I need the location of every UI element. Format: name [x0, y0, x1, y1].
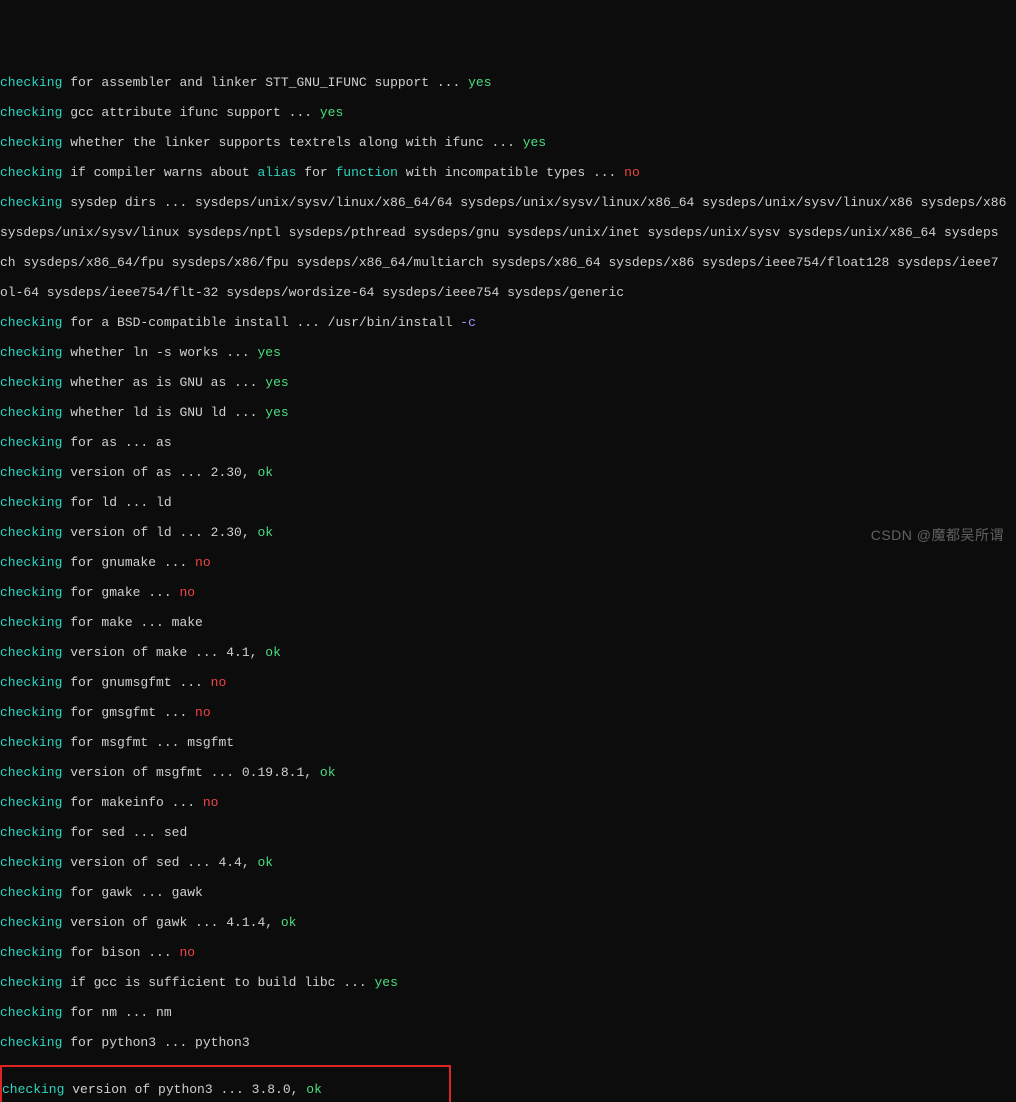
output-line: checking if compiler warns about alias f… [0, 165, 1016, 180]
output-line: checking for as ... as [0, 435, 1016, 450]
output-line: checking gcc attribute ifunc support ...… [0, 105, 1016, 120]
output-line: checking whether the linker supports tex… [0, 135, 1016, 150]
output-line: checking version of ld ... 2.30, ok [0, 525, 1016, 540]
output-line: checking for a BSD-compatible install ..… [0, 315, 1016, 330]
output-line: checking whether as is GNU as ... yes [0, 375, 1016, 390]
output-line: checking for msgfmt ... msgfmt [0, 735, 1016, 750]
output-line: checking whether ld is GNU ld ... yes [0, 405, 1016, 420]
output-line: checking version of gawk ... 4.1.4, ok [0, 915, 1016, 930]
output-line: checking version of msgfmt ... 0.19.8.1,… [0, 765, 1016, 780]
output-line: checking for bison ... no [0, 945, 1016, 960]
output-line: checking version of python3 ... 3.8.0, o… [2, 1082, 447, 1097]
output-line: checking if gcc is sufficient to build l… [0, 975, 1016, 990]
output-line: checking for gmsgfmt ... no [0, 705, 1016, 720]
output-line: checking for assembler and linker STT_GN… [0, 75, 1016, 90]
output-line: checking for sed ... sed [0, 825, 1016, 840]
output-line: checking for makeinfo ... no [0, 795, 1016, 810]
output-line: checking for python3 ... python3 [0, 1035, 1016, 1050]
terminal-output: checking for assembler and linker STT_GN… [0, 60, 1016, 1102]
output-line: checking version of sed ... 4.4, ok [0, 855, 1016, 870]
output-line: checking for gmake ... no [0, 585, 1016, 600]
output-line: checking for gnumake ... no [0, 555, 1016, 570]
output-line: checking for gawk ... gawk [0, 885, 1016, 900]
output-line: checking for gnumsgfmt ... no [0, 675, 1016, 690]
output-line: checking sysdep dirs ... sysdeps/unix/sy… [0, 195, 1016, 210]
error-highlight-box: checking version of python3 ... 3.8.0, o… [0, 1065, 451, 1102]
output-line: checking version of make ... 4.1, ok [0, 645, 1016, 660]
output-line: checking for nm ... nm [0, 1005, 1016, 1020]
output-line: checking whether ln -s works ... yes [0, 345, 1016, 360]
watermark-text: CSDN @魔都吴所谓 [871, 528, 1004, 543]
output-line: ol-64 sysdeps/ieee754/flt-32 sysdeps/wor… [0, 285, 1016, 300]
output-line: checking version of as ... 2.30, ok [0, 465, 1016, 480]
output-line: checking for ld ... ld [0, 495, 1016, 510]
output-line: ch sysdeps/x86_64/fpu sysdeps/x86/fpu sy… [0, 255, 1016, 270]
output-line: sysdeps/unix/sysv/linux sysdeps/nptl sys… [0, 225, 1016, 240]
output-line: checking for make ... make [0, 615, 1016, 630]
